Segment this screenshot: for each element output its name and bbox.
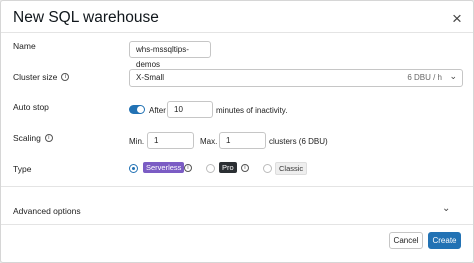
info-icon[interactable]: i [44, 134, 53, 142]
advanced-options-label[interactable]: Advanced options [13, 206, 81, 216]
radio-classic[interactable] [263, 164, 272, 173]
radio-pro[interactable] [206, 164, 215, 173]
info-icon[interactable]: i [61, 73, 70, 81]
type-label-text: Type [13, 164, 32, 174]
scaling-label-text: Scaling [13, 133, 41, 143]
cluster-size-label-text: Cluster size [13, 72, 58, 82]
cluster-size-value: X-Small [136, 73, 165, 82]
auto-stop-minutes-input[interactable]: 10 [167, 101, 213, 118]
name-label-text: Name [13, 41, 36, 51]
chevron-down-icon: ⌄ [449, 71, 457, 81]
cluster-size-select[interactable]: X-Small 6 DBU / h ⌄ [129, 69, 463, 87]
classic-badge: Classic [275, 162, 308, 175]
info-icon[interactable]: i [184, 164, 192, 172]
chevron-down-icon[interactable]: ⌄ [442, 203, 450, 214]
auto-stop-suffix: minutes of inactivity. [216, 106, 288, 115]
cluster-size-label: Cluster size i [13, 72, 70, 82]
scaling-label: Scaling i [13, 133, 53, 143]
cancel-button[interactable]: Cancel [389, 232, 423, 249]
auto-stop-label: Auto stop [13, 102, 49, 112]
scaling-max-input[interactable]: 1 [219, 132, 266, 149]
dialog-title: New SQL warehouse [13, 9, 159, 26]
type-label: Type [13, 164, 31, 174]
info-icon[interactable]: i [241, 164, 249, 172]
title-divider [1, 32, 473, 33]
auto-stop-prefix: After [149, 106, 166, 115]
pro-badge: Pro [219, 162, 237, 173]
auto-stop-toggle[interactable] [129, 105, 145, 114]
scaling-suffix: clusters (6 DBU) [269, 137, 328, 146]
close-icon[interactable]: × [447, 9, 467, 29]
cluster-size-dbu: 6 DBU / h [407, 73, 442, 82]
scaling-min-label: Min. [129, 137, 145, 146]
scaling-min-input[interactable]: 1 [147, 132, 194, 149]
name-label: Name [13, 41, 36, 51]
radio-serverless[interactable] [129, 164, 138, 173]
scaling-max-label: Max. [200, 137, 218, 146]
create-button[interactable]: Create [428, 232, 461, 249]
auto-stop-label-text: Auto stop [13, 102, 49, 112]
new-sql-warehouse-dialog: New SQL warehouse × Name whs-mssqltips-d… [0, 0, 474, 263]
section-divider [1, 186, 473, 187]
name-input[interactable]: whs-mssqltips-demos [129, 41, 211, 69]
serverless-badge: Serverless [143, 162, 185, 173]
footer-divider [1, 224, 473, 225]
